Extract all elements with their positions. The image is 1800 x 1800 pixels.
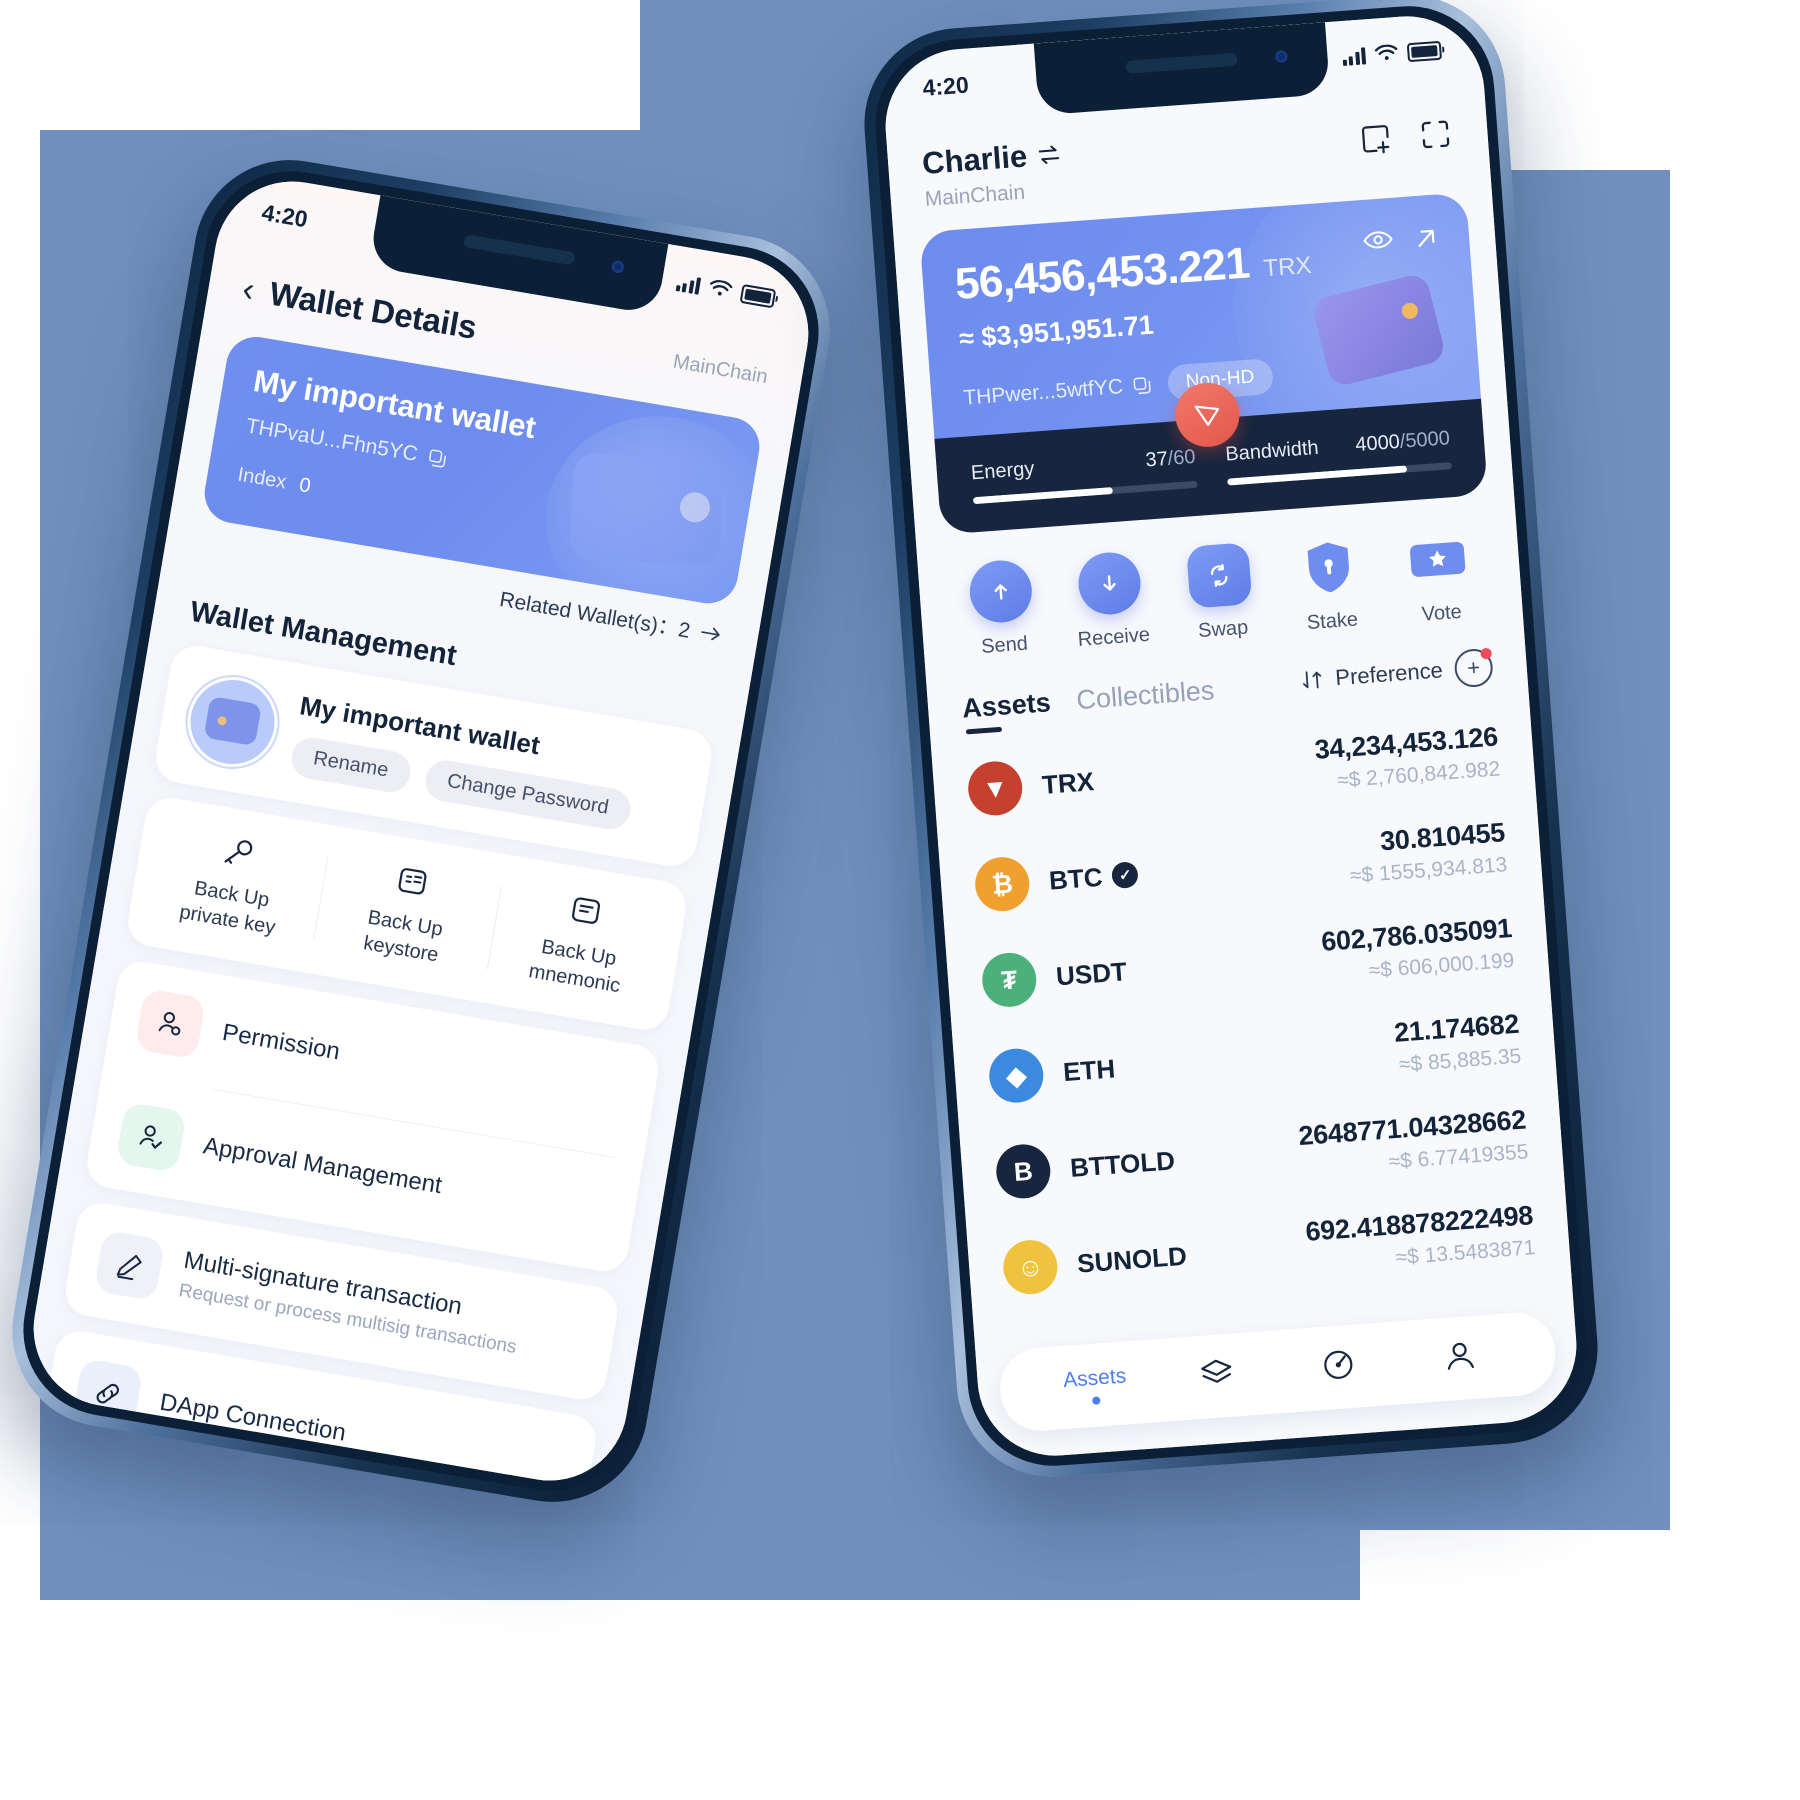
verified-badge-icon: ✓ <box>1111 861 1140 890</box>
swap-icon <box>1186 542 1253 609</box>
explore-icon <box>1324 1350 1353 1379</box>
status-time: 4:20 <box>259 198 310 232</box>
arrow-right-icon <box>701 627 720 641</box>
signal-bars-icon <box>1341 46 1367 66</box>
wifi-icon <box>1374 44 1398 60</box>
key-icon <box>224 840 253 864</box>
add-wallet-icon[interactable] <box>1356 120 1395 159</box>
backup-mnemonic-button[interactable]: Back Up mnemonic <box>486 878 676 1006</box>
asset-symbol: BTTOLD <box>1069 1144 1176 1183</box>
layers-icon <box>1201 1359 1232 1383</box>
coin-icon-trx: ▼ <box>966 759 1025 818</box>
sort-icon <box>1303 671 1322 689</box>
asset-usd: ≈$ 1555,934.813 <box>1349 853 1509 888</box>
nav-layers[interactable] <box>1154 1348 1279 1404</box>
nav-label-assets: Assets <box>1062 1363 1127 1392</box>
bandwidth-label: Bandwidth <box>1224 436 1320 466</box>
coin-icon-btc: ₿ <box>973 855 1032 914</box>
bandwidth-total: /5000 <box>1399 427 1451 453</box>
menu-label-permission: Permission <box>220 1018 342 1066</box>
nav-profile[interactable] <box>1398 1330 1523 1386</box>
add-token-icon[interactable]: + <box>1453 647 1495 689</box>
arrow-down-icon <box>1076 550 1144 617</box>
wifi-icon <box>709 280 733 296</box>
keystore-icon <box>398 868 427 895</box>
wallet-address: THPwer...5wtfYC <box>962 375 1124 410</box>
action-label-stake: Stake <box>1306 608 1359 635</box>
shield-icon <box>1295 534 1361 600</box>
asset-list[interactable]: ▼ TRX 34,234,453.126 ≈$ 2,760,842.982 ₿ BTC ✓ 3… <box>931 697 1574 1352</box>
energy-resource: Energy 37/60 <box>970 445 1198 505</box>
pencil-icon <box>93 1229 166 1302</box>
energy-label: Energy <box>970 457 1036 485</box>
index-value: 0 <box>297 474 313 498</box>
scan-qr-icon[interactable] <box>1416 115 1455 154</box>
action-label-send: Send <box>980 632 1029 659</box>
backup-keystore-button[interactable]: Back Up keystore <box>312 849 502 977</box>
asset-symbol: ETH <box>1062 1052 1117 1087</box>
bandwidth-resource: Bandwidth 4000/5000 <box>1224 427 1453 486</box>
asset-usd: ≈$ 85,885.35 <box>1398 1044 1523 1077</box>
approval-icon <box>115 1101 187 1174</box>
battery-icon <box>739 283 777 308</box>
rename-button[interactable]: Rename <box>288 734 414 796</box>
menu-label-approval: Approval Management <box>201 1132 444 1200</box>
coin-icon-bttold: B <box>994 1142 1053 1201</box>
action-label-vote: Vote <box>1420 600 1463 626</box>
phone-assets-home: 4:20 Charlie MainChain 56,456,453.221 ≈ … <box>857 0 1605 1484</box>
action-label-swap: Swap <box>1197 616 1249 643</box>
chevron-left-icon[interactable]: ‹ <box>240 270 258 309</box>
asset-symbol: TRX <box>1040 765 1096 800</box>
action-receive[interactable]: Receive <box>1053 549 1169 654</box>
asset-amount: 30.810455 <box>1379 817 1506 857</box>
account-name: Charlie <box>920 138 1029 182</box>
wallet-avatar-icon <box>184 673 281 771</box>
account-switcher[interactable]: Charlie <box>921 136 1062 182</box>
coin-icon-usdt: ₮ <box>980 950 1039 1009</box>
asset-symbol: BTC <box>1047 861 1104 896</box>
tab-assets[interactable]: Assets <box>961 687 1053 738</box>
balance-amount: 56,456,453.221 <box>953 238 1251 309</box>
asset-symbol: USDT <box>1055 955 1128 991</box>
index-label: Index <box>236 463 288 494</box>
copy-icon[interactable] <box>426 447 449 470</box>
energy-used: 37 <box>1144 447 1169 472</box>
bandwidth-used: 4000 <box>1354 430 1401 457</box>
chain-label: MainChain <box>924 180 1026 211</box>
action-vote[interactable]: Vote <box>1381 524 1497 629</box>
profile-icon <box>1447 1342 1474 1370</box>
action-send[interactable]: Send <box>944 557 1060 662</box>
nav-assets[interactable]: Assets <box>1033 1362 1157 1409</box>
page-title: Wallet Details <box>266 274 480 346</box>
menu-label-dapp: DApp Connection <box>157 1388 348 1447</box>
signal-bars-icon <box>675 274 702 295</box>
link-icon <box>72 1357 144 1430</box>
asset-symbol: SUNOLD <box>1076 1240 1188 1279</box>
coin-icon-eth: ◆ <box>987 1046 1046 1105</box>
action-stake[interactable]: Stake <box>1272 532 1388 637</box>
coin-icon-sunold: ☺ <box>1001 1238 1060 1297</box>
preference-label: Preference <box>1334 657 1444 691</box>
action-label-receive: Receive <box>1076 623 1151 651</box>
switch-account-icon <box>1038 145 1060 164</box>
wallet-address-row[interactable]: THPwer...5wtfYC <box>963 373 1153 411</box>
nav-explore[interactable] <box>1276 1339 1401 1395</box>
eye-icon[interactable] <box>1362 228 1394 252</box>
battery-icon <box>1406 40 1443 62</box>
arrow-up-right-icon[interactable] <box>1412 224 1440 252</box>
energy-total: /60 <box>1166 445 1197 470</box>
copy-icon[interactable] <box>1131 375 1152 396</box>
status-time: 4:20 <box>921 71 970 101</box>
backup-private-key-button[interactable]: Back Up private key <box>139 820 329 948</box>
action-swap[interactable]: Swap <box>1162 541 1278 646</box>
wallet-3d-icon <box>569 452 725 566</box>
ticket-icon <box>1405 526 1471 592</box>
asset-amount: 21.174682 <box>1393 1008 1520 1048</box>
mnemonic-icon <box>572 897 601 924</box>
arrow-up-icon <box>967 558 1034 625</box>
chain-label: MainChain <box>671 350 770 388</box>
permission-icon <box>134 988 207 1060</box>
